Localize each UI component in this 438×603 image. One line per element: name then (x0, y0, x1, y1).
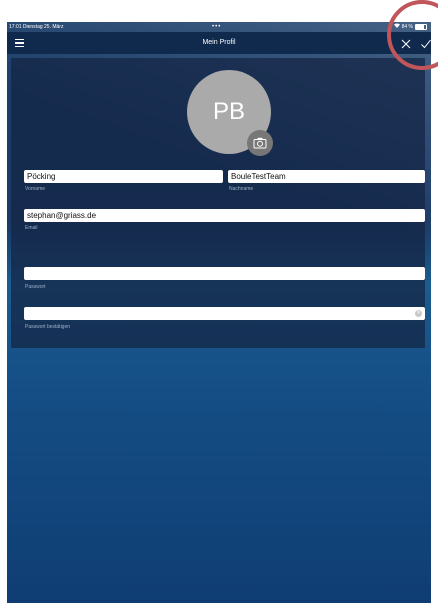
password-confirm-label: Passwort bestätigen (25, 324, 71, 330)
password-confirm-field[interactable]: ✕ (24, 307, 425, 320)
status-time: 17:01 Dienstag 25. März (9, 24, 64, 30)
email-field[interactable]: stephan@griass.de (24, 209, 425, 222)
page-title: Mein Profil (202, 39, 236, 46)
email-label: Email (25, 225, 38, 231)
multitask-dots: ••• (212, 24, 222, 30)
status-bar: 17:01 Dienstag 25. März ••• 84 % (7, 22, 431, 32)
first-name-label: Vorname (25, 186, 46, 192)
password-field[interactable] (24, 267, 425, 280)
profile-card: PB Pöcking Vorname BouleTestTeam Nachnam… (11, 58, 425, 348)
password-label: Passwort (25, 284, 46, 290)
app-screen: 17:01 Dienstag 25. März ••• 84 % Mein Pr… (7, 22, 431, 603)
clear-icon[interactable]: ✕ (415, 310, 422, 317)
first-name-field[interactable]: Pöcking (24, 170, 223, 183)
last-name-field[interactable]: BouleTestTeam (228, 170, 425, 183)
nav-bar: Mein Profil (7, 32, 431, 54)
last-name-label: Nachname (229, 186, 254, 192)
camera-icon[interactable] (247, 130, 273, 156)
